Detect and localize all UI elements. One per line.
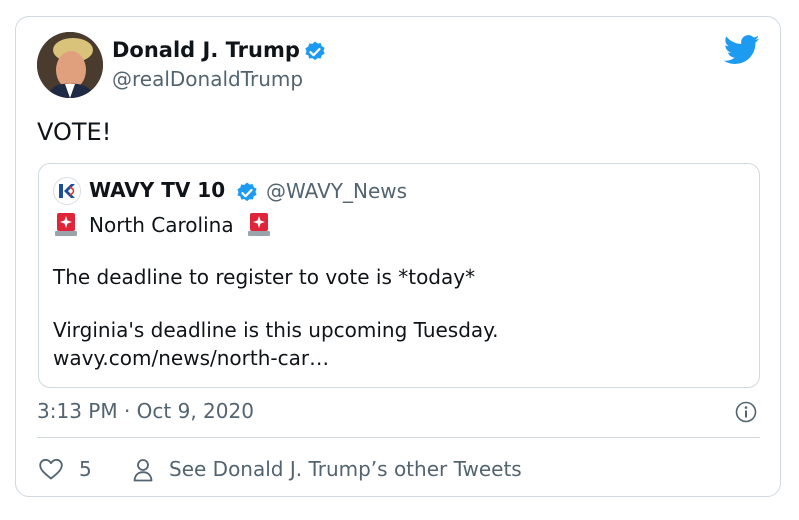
police-siren-emoji-icon — [248, 213, 270, 236]
person-icon[interactable] — [132, 457, 154, 483]
divider — [37, 437, 760, 438]
twitter-bird-icon[interactable] — [724, 35, 760, 65]
author-handle[interactable]: @realDonaldTrump — [112, 67, 303, 91]
quoted-author-handle: @WAVY_News — [266, 179, 408, 203]
quoted-line-region: North Carolina — [89, 213, 234, 237]
quoted-author-name: WAVY TV 10 — [89, 178, 226, 202]
other-tweets-link[interactable]: See Donald J. Trump’s other Tweets — [169, 457, 522, 481]
like-count[interactable]: 5 — [79, 457, 92, 481]
heart-icon[interactable] — [38, 457, 64, 481]
police-siren-emoji-icon — [55, 213, 77, 236]
verified-badge-icon — [305, 41, 325, 61]
quoted-author-avatar — [53, 177, 81, 205]
quoted-link[interactable]: wavy.com/news/north-car… — [53, 346, 329, 370]
author-name[interactable]: Donald J. Trump — [112, 38, 300, 62]
info-icon[interactable] — [735, 401, 757, 423]
tweet-text: VOTE! — [37, 118, 112, 146]
quoted-line-virginia: Virginia's deadline is this upcoming Tue… — [53, 318, 499, 342]
verified-badge-icon — [237, 182, 257, 202]
author-avatar[interactable] — [37, 32, 103, 98]
quoted-line-deadline: The deadline to register to vote is *tod… — [53, 265, 476, 289]
tweet-timestamp[interactable]: 3:13 PM · Oct 9, 2020 — [37, 399, 254, 423]
